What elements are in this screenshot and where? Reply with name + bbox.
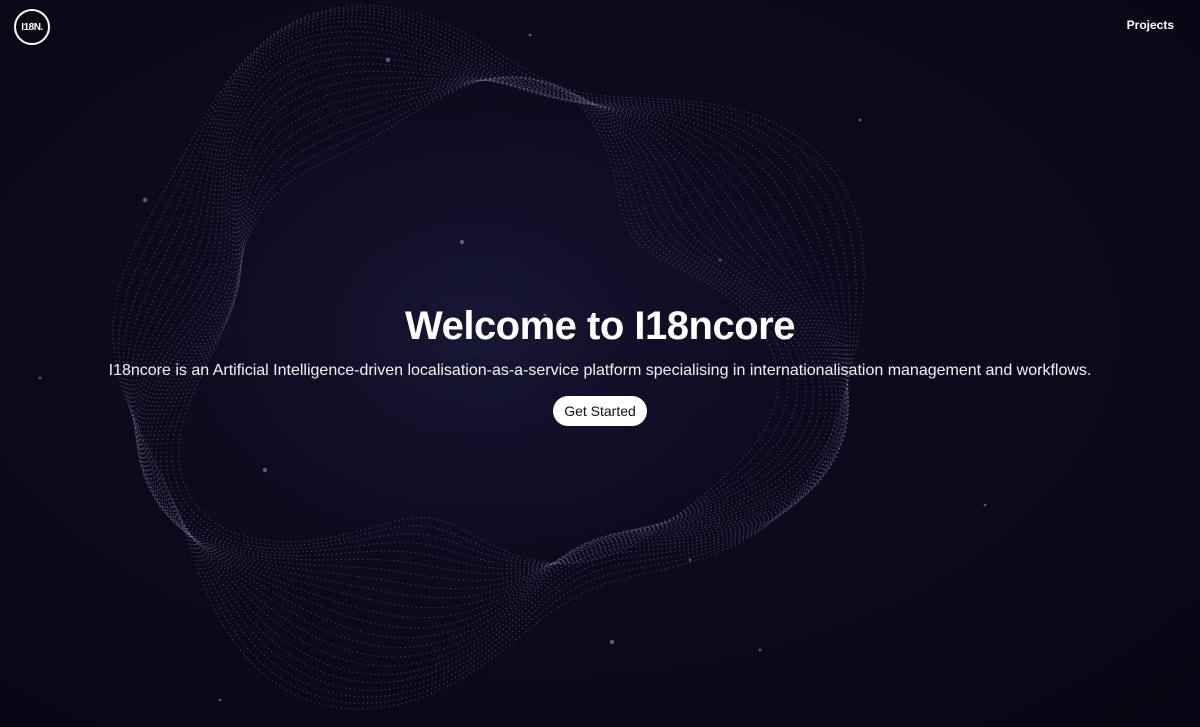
logo-text: I18N. xyxy=(21,21,43,33)
particle-spark xyxy=(262,467,268,473)
particle-spark xyxy=(142,197,148,203)
particle-spark xyxy=(609,639,615,645)
particle-spark xyxy=(983,503,987,507)
landing-page: I18N. Projects Welcome to I18ncore I18nc… xyxy=(0,0,1200,727)
i18n-logo[interactable]: I18N. xyxy=(14,9,50,45)
nav-link-projects[interactable]: Projects xyxy=(1127,18,1174,32)
particle-spark xyxy=(459,239,465,245)
hero-subtitle: I18ncore is an Artificial Intelligence-d… xyxy=(108,362,1092,379)
particle-spark xyxy=(385,57,391,63)
get-started-button[interactable]: Get Started xyxy=(553,396,647,426)
particle-spark xyxy=(218,698,222,702)
particle-spark xyxy=(688,558,692,562)
particle-spark xyxy=(718,258,722,262)
particle-spark xyxy=(858,118,862,122)
hero-title: Welcome to I18ncore xyxy=(405,304,795,348)
particle-spark xyxy=(528,33,532,37)
particle-spark xyxy=(758,648,762,652)
hero-section: Welcome to I18ncore I18ncore is an Artif… xyxy=(0,300,1200,426)
